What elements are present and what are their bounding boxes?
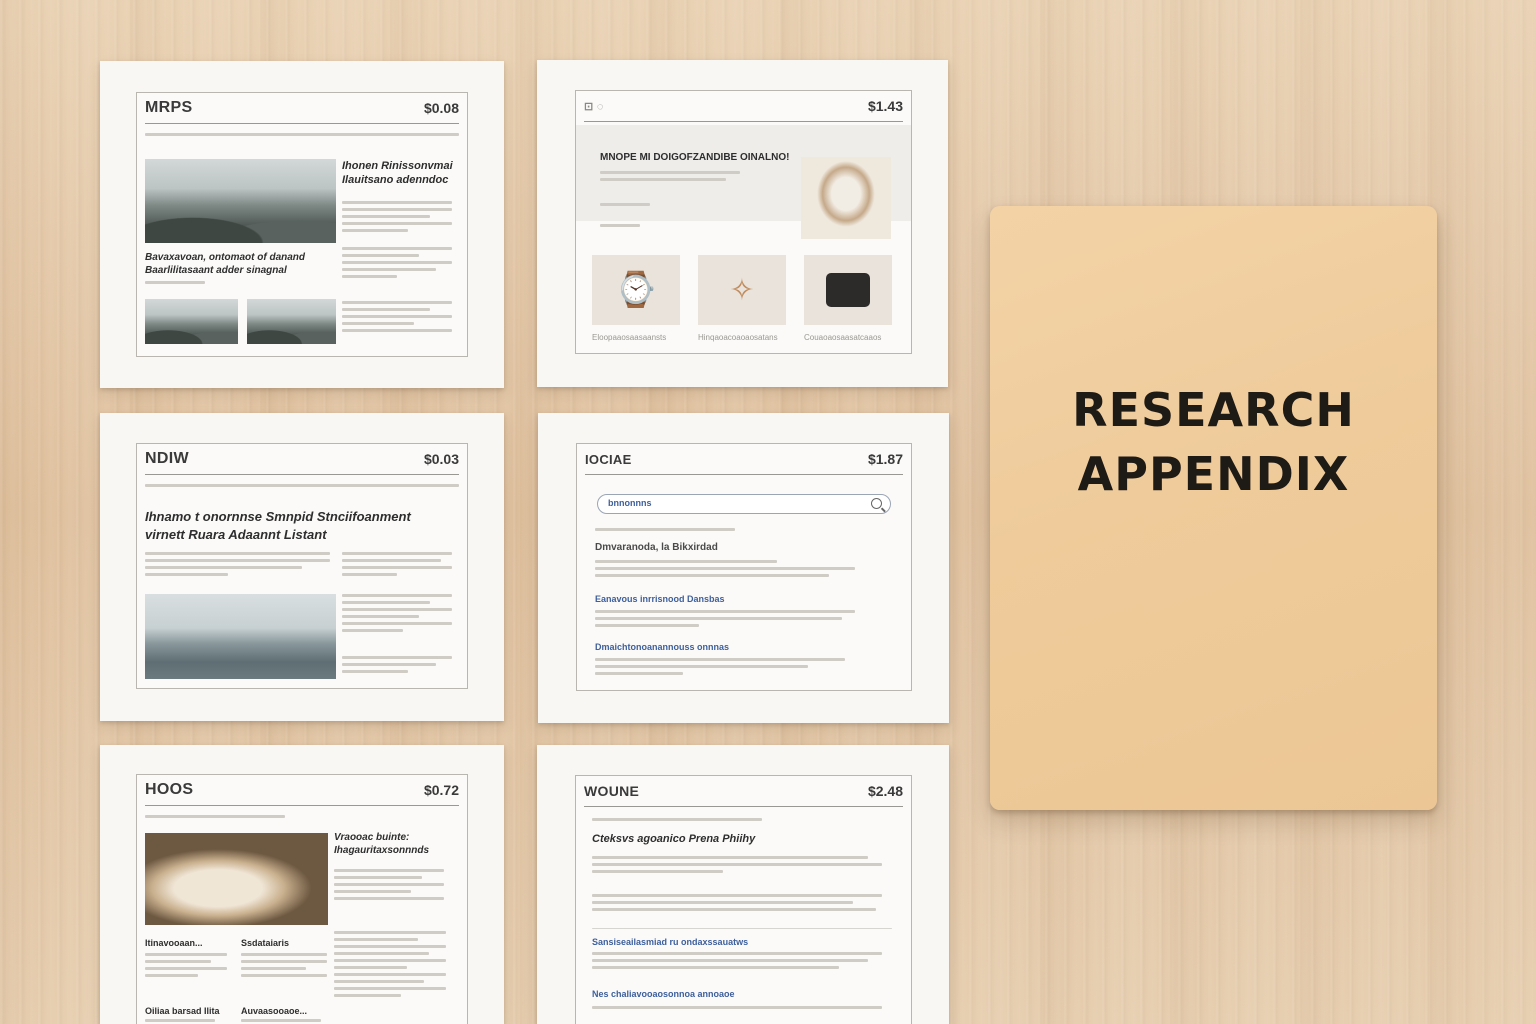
card-header: WOUNE $2.48 [584,776,903,807]
article-text [145,1019,215,1024]
article-text [592,856,882,877]
card-header: MRPS $0.08 [145,93,459,124]
image-caption: Bavaxavoan, ontomaot of danand Baarlilit… [145,252,306,276]
result-text [595,610,855,631]
search-query: bnnonnns [608,498,652,508]
research-folder[interactable]: RESEARCH APPENDIX [990,206,1437,810]
card-title: HOOS [145,781,194,798]
hero-text [600,171,740,185]
result-text [595,658,845,679]
folder-title-line: APPENDIX [1077,447,1350,501]
article-text [342,301,452,336]
product-label: Couaoaosaasatcaaos [804,333,882,342]
hero-text [600,224,640,231]
card-price: $2.48 [867,783,903,799]
webpage-mockup: MRPS $0.08 Ihonen Rinissonvmai Ilauitsan… [136,92,468,357]
webpage-mockup: HOOS $0.72 Vraooac buinte: Ihagauritaxso… [136,774,468,1024]
article-text [145,552,330,580]
result-meta [595,528,735,535]
nav-icons: ⊡ ◌ [584,100,604,113]
article-text [592,1006,882,1013]
product-watch-image: ⌚ [592,255,680,325]
mountain-image [145,159,336,243]
card-ndiw: NDIW $0.03 Ihnamo t onornnse Smnpid Stnc… [100,413,504,721]
article-headline: Ihnamo t onornnse Smnpid Stnciifoanment … [145,509,411,542]
hero-headline: MNOPE MI DOIGOFZANDIBE OINALNO! [600,152,790,163]
food-image [801,157,891,239]
card-header: NDIW $0.03 [145,444,459,475]
article-text [145,953,227,981]
breadcrumb [145,133,459,140]
card-header: HOOS $0.72 [145,775,459,806]
result-link[interactable]: Eanavous inrrisnood Dansbas [595,594,725,604]
card-price: $0.72 [423,782,459,798]
card-mrps: MRPS $0.08 Ihonen Rinissonvmai Ilauitsan… [100,61,504,388]
section-heading: Oiliaa barsad Ilita [145,1006,220,1016]
folder-title-line: RESEARCH [1072,383,1355,437]
card-shop: ⊡ ◌ $1.43 MNOPE MI DOIGOFZANDIBE OINALNO… [537,60,948,387]
food-image [145,833,328,925]
card-woune: WOUNE $2.48 Cteksvs agoanico Prena Phiih… [537,745,949,1024]
card-header: IOCIAE $1.87 [585,444,903,475]
card-header: ⊡ ◌ $1.43 [584,91,903,122]
mountain-thumbnail [247,299,336,344]
article-link[interactable]: Nes chaliavooaosonnoa annoaoe [592,989,735,999]
article-text [592,952,882,973]
result-link[interactable]: Dmaichtonoanannouss onnnas [595,642,729,652]
webpage-mockup: NDIW $0.03 Ihnamo t onornnse Smnpid Stnc… [136,443,468,689]
article-text [334,869,444,904]
hero-text [600,203,650,210]
folder-title: RESEARCH APPENDIX [990,378,1437,506]
card-price: $1.43 [867,98,903,114]
article-text [342,594,452,636]
breadcrumb [145,484,459,491]
search-input[interactable]: bnnonnns [597,494,891,514]
product-bag-image [804,255,892,325]
breadcrumb [592,818,762,825]
article-text [592,894,882,915]
webpage-mockup: ⊡ ◌ $1.43 MNOPE MI DOIGOFZANDIBE OINALNO… [575,90,912,354]
result-title[interactable]: Dmvaranoda, la Bikxirdad [595,542,718,553]
section-heading: Auvaasooaoe... [241,1006,308,1016]
mountain-thumbnail [145,299,238,344]
card-price: $0.03 [423,451,459,467]
card-hoos: HOOS $0.72 Vraooac buinte: Ihagauritaxso… [100,745,504,1024]
card-price: $1.87 [867,451,903,467]
breadcrumb [145,815,285,822]
product-figure-image: ✧ [698,255,786,325]
card-title: MRPS [145,99,193,116]
article-text [334,931,446,1001]
card-title: WOUNE [584,783,640,799]
section-heading: Ssdataiaris [241,938,290,948]
article-text [342,201,452,236]
card-price: $0.08 [423,100,459,116]
section-heading: Itinavooaan... [145,938,203,948]
divider [592,928,892,933]
webpage-mockup: WOUNE $2.48 Cteksvs agoanico Prena Phiih… [575,775,912,1024]
article-headline: Ihonen Rinissonvmai Ilauitsano adenndoc [342,160,453,186]
article-text [342,552,452,580]
product-label: Eloopaaosaasaansts [592,333,667,342]
search-icon[interactable] [871,498,882,509]
product-label: Hinqaoacoaoaosatans [698,333,778,342]
article-text [241,1019,321,1024]
article-text [342,247,452,282]
caption-text [145,281,205,288]
article-link[interactable]: Sansiseailasmiad ru ondaxssauatws [592,937,748,947]
card-title: IOCIAE [585,451,632,467]
card-search: IOCIAE $1.87 bnnonnns Dmvaranoda, la Bik… [538,413,949,723]
result-text [595,560,855,581]
card-title: NDIW [145,450,189,467]
sea-image [145,594,336,679]
article-headline: Cteksvs agoanico Prena Phiihy [592,833,756,845]
article-headline: Vraooac buinte: Ihagauritaxsonnnds [334,832,430,856]
webpage-mockup: IOCIAE $1.87 bnnonnns Dmvaranoda, la Bik… [576,443,912,691]
article-text [342,656,452,677]
article-text [241,953,327,981]
